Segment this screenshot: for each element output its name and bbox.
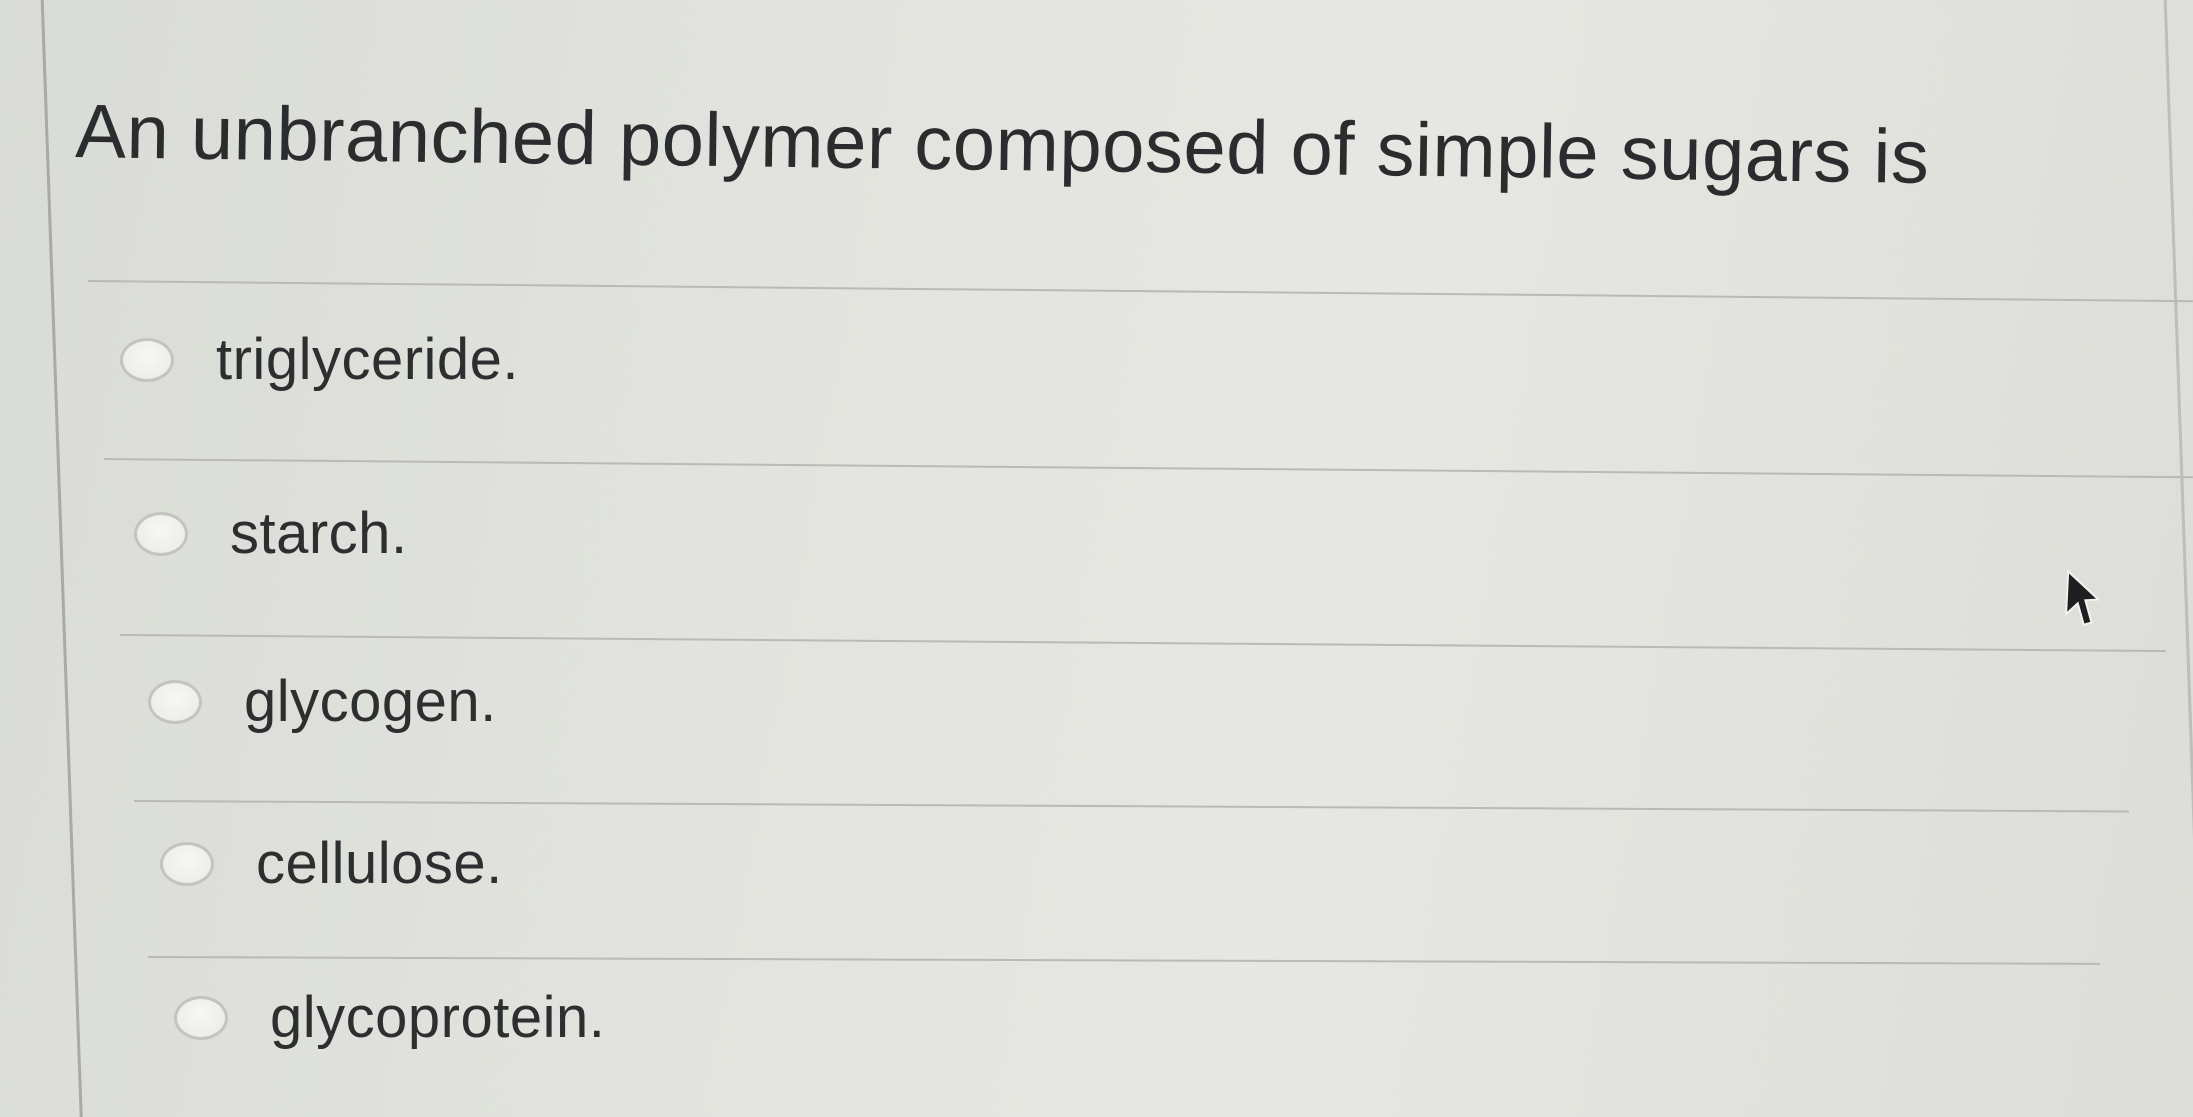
radio-button[interactable] bbox=[120, 337, 174, 382]
answer-option-glycogen[interactable]: glycogen. bbox=[148, 668, 497, 735]
option-label: cellulose. bbox=[256, 831, 503, 896]
option-label: glycoprotein. bbox=[270, 985, 606, 1050]
arrow-cursor-icon bbox=[2064, 569, 2101, 626]
option-label: triglyceride. bbox=[216, 327, 520, 392]
answer-option-starch[interactable]: starch. bbox=[134, 500, 408, 567]
radio-button[interactable] bbox=[174, 995, 228, 1040]
answer-option-triglyceride[interactable]: triglyceride. bbox=[120, 326, 519, 393]
radio-button[interactable] bbox=[134, 511, 188, 556]
option-label: glycogen. bbox=[244, 669, 497, 734]
option-label: starch. bbox=[230, 501, 408, 566]
radio-button[interactable] bbox=[160, 841, 214, 886]
answer-option-cellulose[interactable]: cellulose. bbox=[160, 830, 503, 897]
radio-button[interactable] bbox=[148, 679, 202, 724]
answer-option-glycoprotein[interactable]: glycoprotein. bbox=[174, 984, 605, 1051]
